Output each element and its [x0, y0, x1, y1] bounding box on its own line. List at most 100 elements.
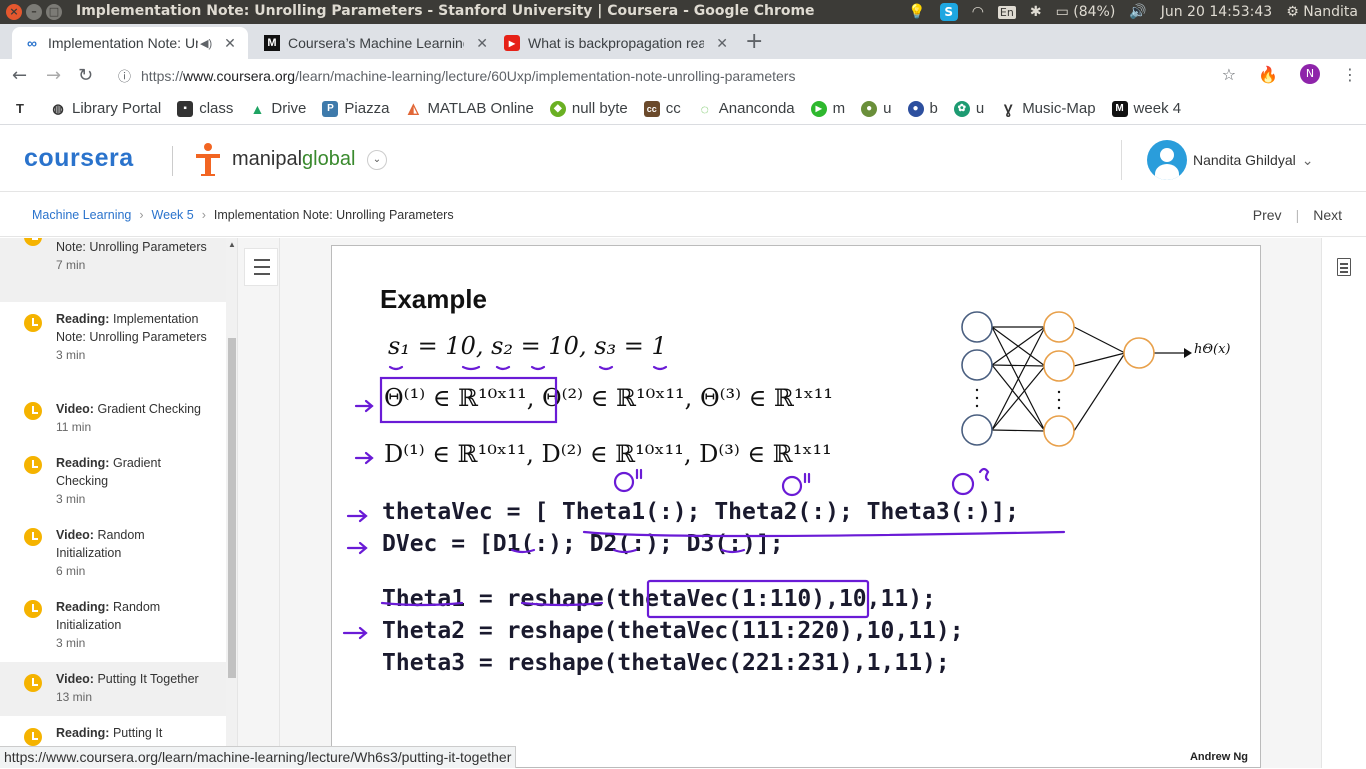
language-indicator[interactable]: En	[997, 5, 1016, 19]
maximize-window-icon[interactable]: □	[46, 4, 62, 20]
bookmark-week-4[interactable]: Mweek 4	[1111, 100, 1181, 117]
notes-icon[interactable]	[1337, 258, 1351, 276]
t2-icon: T	[12, 100, 28, 117]
sidebar-scrollbar[interactable]: ▲	[226, 238, 237, 768]
forward-arrow-icon[interactable]: →	[46, 65, 61, 86]
bookmark-star-icon[interactable]: ☆	[1222, 65, 1236, 84]
completed-check-icon	[24, 674, 42, 692]
profile-avatar[interactable]: N	[1300, 64, 1320, 84]
battery-status[interactable]: ▭ (84%)	[1056, 4, 1116, 20]
sidebar-item-random-init-video[interactable]: Video: Random Initialization 6 min	[0, 524, 226, 588]
lightbulb-icon[interactable]: 💡	[908, 4, 925, 20]
sidebar-item-gradient-checking-video[interactable]: Video: Gradient Checking 11 min	[0, 398, 226, 444]
manipal-global-logo[interactable]: manipalglobal	[194, 142, 355, 176]
b-site-icon: ●	[907, 100, 924, 117]
status-bar-url: https://www.coursera.org/learn/machine-l…	[0, 746, 517, 768]
u-site-icon: ●	[861, 100, 878, 117]
bluetooth-icon[interactable]: ✱	[1030, 4, 1042, 20]
wifi-icon[interactable]: ◠	[972, 4, 984, 20]
tab-close-icon[interactable]: ✕	[476, 35, 488, 52]
bookmark-matlab[interactable]: ◭ MATLAB Online	[405, 100, 534, 117]
sidebar-item-putting-together-video[interactable]: Video: Putting It Together 13 min	[0, 662, 226, 716]
new-tab-button[interactable]: +	[745, 29, 763, 54]
clock[interactable]: Jun 20 14:53:43	[1161, 4, 1272, 20]
bookmark-music-map[interactable]: Ɣ Music-Map	[1000, 100, 1096, 117]
breadcrumb: Machine Learning › Week 5 › Implementati…	[32, 208, 454, 222]
bookmark-label: b	[929, 100, 938, 117]
scrollbar-thumb[interactable]	[228, 338, 236, 678]
sidebar-item-kind: Reading:	[56, 456, 110, 470]
bookmark-u[interactable]: ● u	[861, 100, 892, 117]
sidebar-item-unrolling-reading[interactable]: Reading: Implementation Note: Unrolling …	[0, 308, 226, 388]
bookmark-cc[interactable]: cc cc	[643, 100, 681, 117]
prev-next-nav: Prev | Next	[1253, 207, 1342, 223]
browser-tab-strip: ∞ Implementation Note: Unrolling Paramet…	[0, 24, 1366, 59]
user-name: Nandita Ghildyal	[1193, 152, 1296, 168]
gear-site-icon: ✿	[953, 100, 970, 117]
breadcrumb-week[interactable]: Week 5	[152, 208, 194, 222]
sidebar-item-duration: 3 min	[56, 492, 86, 506]
bookmark-class[interactable]: ▪ class	[177, 100, 233, 117]
scroll-up-arrow-icon[interactable]: ▲	[228, 240, 236, 249]
breadcrumb-current: Implementation Note: Unrolling Parameter…	[213, 208, 454, 222]
close-window-icon[interactable]: ×	[6, 4, 22, 20]
user-avatar-icon	[1147, 140, 1187, 180]
skype-icon[interactable]: S	[939, 3, 958, 21]
slide-author: Andrew Ng	[1189, 751, 1248, 763]
bookmark-piazza[interactable]: P Piazza	[322, 100, 389, 117]
tab-backpropagation[interactable]: ▶ What is backpropagation really doing ✕	[492, 27, 728, 59]
sidebar-item-unrolling-video[interactable]: Note: Unrolling Parameters 7 min	[0, 238, 226, 302]
manipal-figure-icon	[194, 142, 222, 176]
toc-list-icon[interactable]	[244, 248, 278, 286]
tab-close-icon[interactable]: ✕	[224, 35, 236, 52]
partner-prefix: manipal	[232, 147, 303, 170]
reload-icon[interactable]: ↻	[78, 65, 93, 86]
bookmark-drive[interactable]: ▲ Drive	[249, 100, 306, 117]
user-menu[interactable]: ⚙ Nandita	[1286, 4, 1358, 20]
next-button[interactable]: Next	[1313, 207, 1342, 223]
sidebar-item-kind: Reading:	[56, 726, 110, 740]
sidebar-item-duration: 7 min	[56, 258, 86, 272]
tab-close-icon[interactable]: ✕	[716, 35, 728, 52]
bookmark-b[interactable]: ● b	[907, 100, 938, 117]
tab-coursera-ml[interactable]: M Coursera’s Machine Learning ✕	[252, 27, 488, 59]
bookmark-m[interactable]: ▶ m	[810, 100, 845, 117]
bookmark-label: u	[883, 100, 892, 117]
bookmark-library-portal[interactable]: ◍ Library Portal	[50, 100, 161, 117]
bookmark-anaconda[interactable]: ◌ Ananconda	[696, 100, 795, 117]
lecture-slide[interactable]: Example s₁ = 10, s₂ = 10, s₃ = 1 Θ⁽¹⁾ ∈ …	[331, 245, 1261, 768]
audio-playing-icon[interactable]: ◀)	[200, 37, 212, 50]
bookmark-label: Drive	[271, 100, 307, 117]
url-scheme: https://	[141, 68, 184, 84]
bookmark-label: MATLAB Online	[427, 100, 534, 117]
minimize-window-icon[interactable]: –	[26, 4, 42, 20]
volume-icon[interactable]: 🔊	[1129, 4, 1146, 20]
bookmark-t2[interactable]: T	[12, 100, 34, 117]
null-byte-icon: ◆	[549, 100, 566, 117]
extension-fire-icon[interactable]: 🔥	[1258, 65, 1278, 84]
sidebar-item-random-init-reading[interactable]: Reading: Random Initialization 3 min	[0, 596, 226, 660]
coursera-logo[interactable]: coursera	[24, 144, 134, 173]
bookmark-u2[interactable]: ✿ u	[953, 100, 984, 117]
completed-check-icon	[24, 402, 42, 420]
class-icon: ▪	[177, 100, 194, 117]
user-menu[interactable]: Nandita Ghildyal ⌄	[1147, 140, 1313, 180]
sidebar-item-duration: 3 min	[56, 636, 86, 650]
globe-icon: ◍	[50, 100, 66, 117]
manipal-global-text: manipalglobal	[232, 148, 355, 171]
os-user-name: Nandita	[1303, 4, 1358, 20]
back-arrow-icon[interactable]: ←	[12, 65, 27, 86]
sidebar-item-gradient-checking-reading[interactable]: Reading: Gradient Checking 3 min	[0, 452, 226, 516]
menu-kebab-icon[interactable]: ⋮	[1342, 65, 1358, 84]
window-title: Implementation Note: Unrolling Parameter…	[76, 3, 815, 19]
site-info-icon[interactable]: ⓘ	[118, 69, 131, 84]
window-controls: × – □	[6, 4, 62, 20]
bookmark-null-byte[interactable]: ◆ null byte	[549, 100, 628, 117]
chevron-down-icon[interactable]: ⌄	[367, 150, 387, 170]
address-bar[interactable]: ⓘ https://www.coursera.org/learn/machine-…	[118, 63, 1248, 89]
coursera-favicon-icon: ∞	[27, 35, 37, 51]
prev-button[interactable]: Prev	[1253, 207, 1282, 223]
tab-implementation-note[interactable]: ∞ Implementation Note: Unrolling Paramet…	[12, 27, 248, 59]
breadcrumb-course[interactable]: Machine Learning	[32, 208, 131, 222]
sidebar-item-title: Putting It	[112, 726, 163, 740]
